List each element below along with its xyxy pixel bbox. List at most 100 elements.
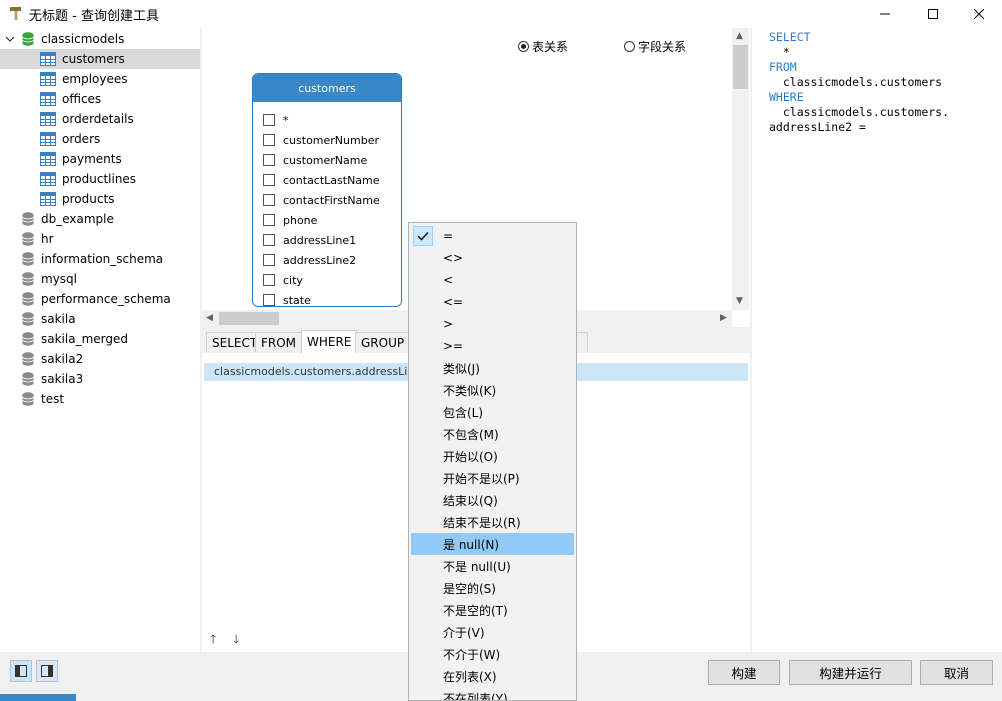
layout-right-panel-button[interactable] bbox=[36, 660, 58, 682]
operator-menu-item[interactable]: 不是空的(T) bbox=[411, 599, 574, 621]
tree-item-database[interactable]: sakila_merged bbox=[0, 329, 200, 349]
table-relation-radio[interactable]: 表关系 bbox=[518, 38, 568, 55]
table-field-row[interactable]: contactFirstName bbox=[263, 190, 380, 210]
field-checkbox[interactable] bbox=[263, 114, 275, 126]
field-checkbox[interactable] bbox=[263, 234, 275, 246]
operator-menu-item[interactable]: >= bbox=[411, 335, 574, 357]
operator-menu-item-label: 不包含(M) bbox=[443, 427, 499, 442]
operator-menu-item[interactable]: 开始不是以(P) bbox=[411, 467, 574, 489]
layout-left-panel-button[interactable] bbox=[10, 660, 32, 682]
move-down-arrow-icon[interactable]: 🡓 bbox=[233, 630, 239, 651]
tree-item-database[interactable]: test bbox=[0, 389, 200, 409]
operator-menu-item[interactable]: 不是 null(U) bbox=[411, 555, 574, 577]
field-relation-radio[interactable]: 字段关系 bbox=[624, 38, 686, 55]
operator-menu-item[interactable]: < bbox=[411, 269, 574, 291]
table-field-row[interactable]: addressLine1 bbox=[263, 230, 356, 250]
diagram-horizontal-scroll-thumb[interactable] bbox=[219, 312, 279, 325]
tree-item-database[interactable]: db_example bbox=[0, 209, 200, 229]
operator-menu-item[interactable]: <> bbox=[411, 247, 574, 269]
where-condition-text[interactable]: classicmodels.customers.addressLine2 = bbox=[214, 365, 441, 378]
tree-item-database[interactable]: mysql bbox=[0, 269, 200, 289]
tree-item-table[interactable]: products bbox=[0, 189, 200, 209]
build-button[interactable]: 构建 bbox=[708, 660, 780, 685]
close-button[interactable] bbox=[956, 0, 1002, 28]
radio-dot bbox=[518, 41, 529, 52]
field-checkbox[interactable] bbox=[263, 154, 275, 166]
checkmark-icon bbox=[413, 226, 433, 246]
field-checkbox[interactable] bbox=[263, 254, 275, 266]
tree-item-database[interactable]: classicmodels bbox=[0, 29, 200, 49]
tree-item-database[interactable]: hr bbox=[0, 229, 200, 249]
table-field-row[interactable]: city bbox=[263, 270, 303, 290]
tree-item-table[interactable]: employees bbox=[0, 69, 200, 89]
operator-menu-item[interactable]: 在列表(X) bbox=[411, 665, 574, 687]
hammer-icon bbox=[10, 7, 21, 20]
operator-menu-item[interactable]: 介于(V) bbox=[411, 621, 574, 643]
table-field-row[interactable]: contactLastName bbox=[263, 170, 380, 190]
scroll-right-arrow-icon[interactable]: ▶ bbox=[720, 313, 727, 323]
operator-menu-item[interactable]: 结束以(Q) bbox=[411, 489, 574, 511]
field-checkbox[interactable] bbox=[263, 134, 275, 146]
tab-where[interactable]: WHERE bbox=[301, 330, 358, 353]
table-field-row[interactable]: state bbox=[263, 290, 311, 307]
tree-item-table[interactable]: orderdetails bbox=[0, 109, 200, 129]
field-checkbox[interactable] bbox=[263, 294, 275, 306]
maximize-button[interactable] bbox=[910, 0, 956, 28]
operator-menu-item[interactable]: 不类似(K) bbox=[411, 379, 574, 401]
field-checkbox[interactable] bbox=[263, 274, 275, 286]
field-checkbox[interactable] bbox=[263, 214, 275, 226]
operator-menu-item[interactable]: 结束不是以(R) bbox=[411, 511, 574, 533]
table-icon bbox=[40, 192, 56, 206]
operator-menu-item[interactable]: = bbox=[411, 225, 574, 247]
operator-menu-item[interactable]: <= bbox=[411, 291, 574, 313]
operator-menu-item-label: 不在列表(Y) bbox=[443, 691, 508, 701]
diagram-vertical-scroll-thumb[interactable] bbox=[733, 45, 748, 89]
operator-menu[interactable]: = <> < <= > >= 类似(J) 不类似(K) 包含(L) 不包含(M) 开始以(O) 开始不… bbox=[408, 222, 577, 701]
table-card-customers[interactable]: customers * customerNumber customerName con… bbox=[252, 73, 402, 307]
chevron-down-icon[interactable] bbox=[5, 34, 15, 44]
operator-menu-item-label: 包含(L) bbox=[443, 405, 484, 420]
tree-item-database[interactable]: performance_schema bbox=[0, 289, 200, 309]
tree-item-table[interactable]: payments bbox=[0, 149, 200, 169]
operator-menu-item[interactable]: 包含(L) bbox=[411, 401, 574, 423]
scroll-up-arrow-icon[interactable]: ▲ bbox=[736, 31, 743, 41]
minimize-button[interactable] bbox=[862, 0, 908, 28]
operator-menu-item[interactable]: 不包含(M) bbox=[411, 423, 574, 445]
tree-item-table[interactable]: productlines bbox=[0, 169, 200, 189]
tab-from[interactable]: FROM bbox=[255, 332, 303, 352]
operator-menu-item[interactable]: 类似(J) bbox=[411, 357, 574, 379]
table-field-row[interactable]: customerName bbox=[263, 150, 367, 170]
operator-menu-item[interactable]: 是 null(N) bbox=[411, 533, 574, 555]
field-checkbox[interactable] bbox=[263, 174, 275, 186]
table-field-row[interactable]: addressLine2 bbox=[263, 250, 356, 270]
operator-menu-item[interactable]: > bbox=[411, 313, 574, 335]
table-field-row[interactable]: customerNumber bbox=[263, 130, 379, 150]
tree-item-table[interactable]: offices bbox=[0, 89, 200, 109]
sql-preview[interactable]: SELECT * FROM classicmodels.customers WHER… bbox=[752, 28, 1002, 652]
operator-menu-item[interactable]: 不在列表(Y) bbox=[411, 687, 574, 701]
table-field-row[interactable]: phone bbox=[263, 210, 317, 230]
scroll-down-arrow-icon[interactable]: ▼ bbox=[736, 296, 743, 306]
field-name: state bbox=[283, 293, 311, 307]
table-field-row[interactable]: * bbox=[263, 110, 289, 130]
tree-item-database[interactable]: sakila2 bbox=[0, 349, 200, 369]
operator-menu-item[interactable]: 开始以(O) bbox=[411, 445, 574, 467]
operator-menu-item-label: 是空的(S) bbox=[443, 581, 496, 596]
field-relation-label: 字段关系 bbox=[638, 40, 687, 54]
scroll-left-arrow-icon[interactable]: ◀ bbox=[206, 313, 213, 323]
tree-item-table[interactable]: customers bbox=[0, 49, 200, 69]
move-up-arrow-icon[interactable]: 🡑 bbox=[210, 630, 216, 651]
sql-text: classicmodels.customers. bbox=[769, 105, 950, 119]
field-checkbox[interactable] bbox=[263, 194, 275, 206]
operator-menu-item[interactable]: 不介于(W) bbox=[411, 643, 574, 665]
cancel-button[interactable]: 取消 bbox=[920, 660, 993, 685]
tree-item-database[interactable]: information_schema bbox=[0, 249, 200, 269]
field-name: addressLine1 bbox=[283, 233, 357, 247]
tree-item-table[interactable]: orders bbox=[0, 129, 200, 149]
tree-item-database[interactable]: sakila3 bbox=[0, 369, 200, 389]
tree-item-database[interactable]: sakila bbox=[0, 309, 200, 329]
table-card-title[interactable]: customers bbox=[253, 74, 401, 102]
database-icon bbox=[22, 372, 34, 386]
operator-menu-item[interactable]: 是空的(S) bbox=[411, 577, 574, 599]
build-and-run-button[interactable]: 构建并运行 bbox=[789, 660, 912, 685]
